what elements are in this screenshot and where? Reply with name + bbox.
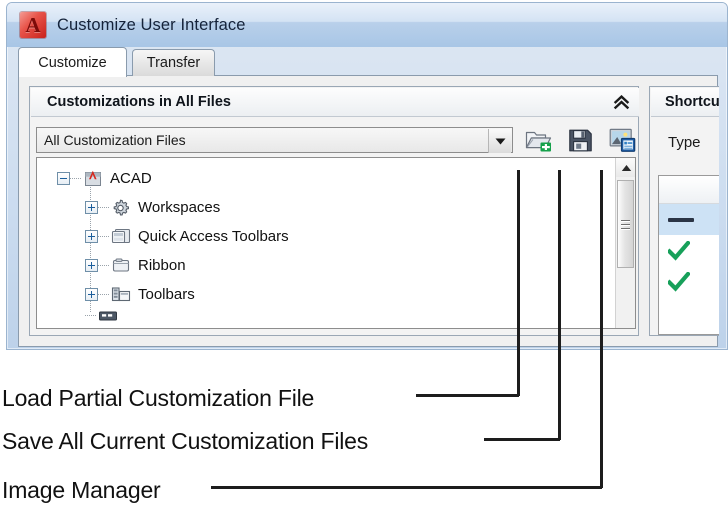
toolbar-panel-icon bbox=[97, 309, 118, 323]
floppy-disk-save-icon bbox=[568, 129, 592, 151]
customizations-tree[interactable]: ACAD Workspaces Quick Access Toolbars Ri… bbox=[36, 157, 636, 329]
image-manager-button[interactable] bbox=[607, 125, 637, 155]
tab-transfer[interactable]: Transfer bbox=[132, 49, 215, 76]
tree-connector bbox=[70, 177, 81, 180]
gear-icon bbox=[110, 199, 131, 217]
shortcuts-pane-title: Shortcuts bbox=[665, 94, 719, 110]
customization-files-combobox-value: All Customization Files bbox=[44, 132, 186, 148]
tree-scrollbar[interactable] bbox=[615, 158, 635, 328]
shortcuts-pane: Shortcuts Type bbox=[649, 86, 719, 336]
image-manager-icon bbox=[609, 128, 635, 152]
chevron-down-icon[interactable] bbox=[488, 129, 511, 153]
shortcuts-grid-row[interactable] bbox=[659, 266, 719, 297]
tree-expander-plus-icon[interactable] bbox=[85, 288, 98, 301]
tree-item-acad[interactable]: ACAD bbox=[37, 164, 615, 193]
autocad-a-icon: A bbox=[20, 12, 46, 38]
tree-item-quick-access-toolbars[interactable]: Quick Access Toolbars bbox=[37, 222, 615, 251]
leader-line-image-manager-horizontal bbox=[211, 486, 602, 489]
autocad-file-icon bbox=[82, 170, 103, 188]
tree-item-label: Ribbon bbox=[138, 257, 186, 274]
ribbon-icon bbox=[110, 257, 131, 275]
tabstrip: Customize Transfer bbox=[18, 47, 718, 77]
tree-item-ribbon[interactable]: Ribbon bbox=[37, 251, 615, 280]
leader-line-image-manager bbox=[600, 170, 603, 488]
tree-item-toolbars[interactable]: Toolbars bbox=[37, 280, 615, 309]
customize-user-interface-dialog: A Customize User Interface Customize Tra… bbox=[6, 2, 728, 350]
tree-connector bbox=[85, 315, 96, 317]
green-check-icon bbox=[668, 240, 690, 261]
leader-line-load-partial-horizontal bbox=[416, 394, 519, 397]
tree-expander-minus-icon[interactable] bbox=[57, 172, 70, 185]
tree-item-label: Quick Access Toolbars bbox=[138, 228, 289, 245]
tree-item-label: Workspaces bbox=[138, 199, 221, 216]
callout-label-load-partial-customization-file: Load Partial Customization File bbox=[2, 385, 315, 411]
shortcuts-grid-header-row bbox=[659, 176, 719, 204]
tree-item-label: Toolbars bbox=[138, 286, 195, 303]
shortcuts-type-label-row: Type bbox=[650, 125, 719, 159]
autocad-a-icon-letter: A bbox=[25, 12, 41, 37]
customizations-pane: Customizations in All Files All Customiz… bbox=[29, 86, 639, 336]
tree-item-label: ACAD bbox=[110, 170, 152, 187]
shortcuts-grid[interactable] bbox=[658, 175, 719, 335]
customization-file-toolbar-row: All Customization Files bbox=[36, 125, 636, 157]
save-all-current-customization-files-button[interactable] bbox=[565, 125, 595, 155]
shortcuts-type-label: Type bbox=[668, 133, 701, 151]
tree-connector bbox=[98, 264, 109, 267]
grip-lines-icon bbox=[621, 223, 630, 225]
toolbars-icon bbox=[110, 286, 131, 304]
shortcuts-pane-header: Shortcuts bbox=[651, 88, 719, 117]
customization-files-combobox[interactable]: All Customization Files bbox=[36, 127, 513, 153]
tree-item-workspaces[interactable]: Workspaces bbox=[37, 193, 615, 222]
double-chevron-up-icon[interactable] bbox=[610, 91, 632, 113]
window-titlebar: A Customize User Interface bbox=[7, 3, 727, 47]
scrollbar-thumb[interactable] bbox=[617, 180, 634, 268]
tree-expander-plus-icon[interactable] bbox=[85, 201, 98, 214]
tab-page-customize: Customizations in All Files All Customiz… bbox=[18, 75, 719, 347]
leader-line-save-all bbox=[558, 170, 561, 440]
grip-lines-icon bbox=[621, 219, 630, 221]
load-partial-customization-file-button[interactable] bbox=[523, 125, 553, 155]
quick-access-toolbar-icon bbox=[110, 228, 131, 246]
leader-line-save-all-horizontal bbox=[484, 438, 560, 441]
callout-label-save-all-current-customization-files: Save All Current Customization Files bbox=[2, 428, 369, 454]
scroll-up-arrow-icon[interactable] bbox=[616, 158, 635, 177]
leader-line-load-partial bbox=[517, 170, 520, 396]
tab-customize[interactable]: Customize bbox=[18, 47, 127, 77]
tree-connector bbox=[98, 235, 109, 238]
customizations-tree-list: ACAD Workspaces Quick Access Toolbars Ri… bbox=[37, 158, 615, 328]
tree-expander-plus-icon[interactable] bbox=[85, 259, 98, 272]
tree-item-partial[interactable] bbox=[37, 309, 615, 323]
window-title: Customize User Interface bbox=[57, 15, 246, 34]
callout-label-image-manager: Image Manager bbox=[2, 477, 161, 503]
green-check-icon bbox=[668, 271, 690, 292]
shortcuts-grid-row[interactable] bbox=[659, 204, 719, 235]
customizations-pane-header: Customizations in All Files bbox=[31, 88, 639, 117]
tree-expander-plus-icon[interactable] bbox=[85, 230, 98, 243]
dash-icon bbox=[668, 217, 694, 222]
open-folder-plus-icon bbox=[525, 131, 551, 152]
tree-connector bbox=[98, 206, 109, 209]
grip-lines-icon bbox=[621, 227, 630, 229]
shortcuts-grid-row[interactable] bbox=[659, 235, 719, 266]
tree-connector bbox=[98, 293, 109, 296]
customizations-pane-title: Customizations in All Files bbox=[47, 94, 231, 110]
